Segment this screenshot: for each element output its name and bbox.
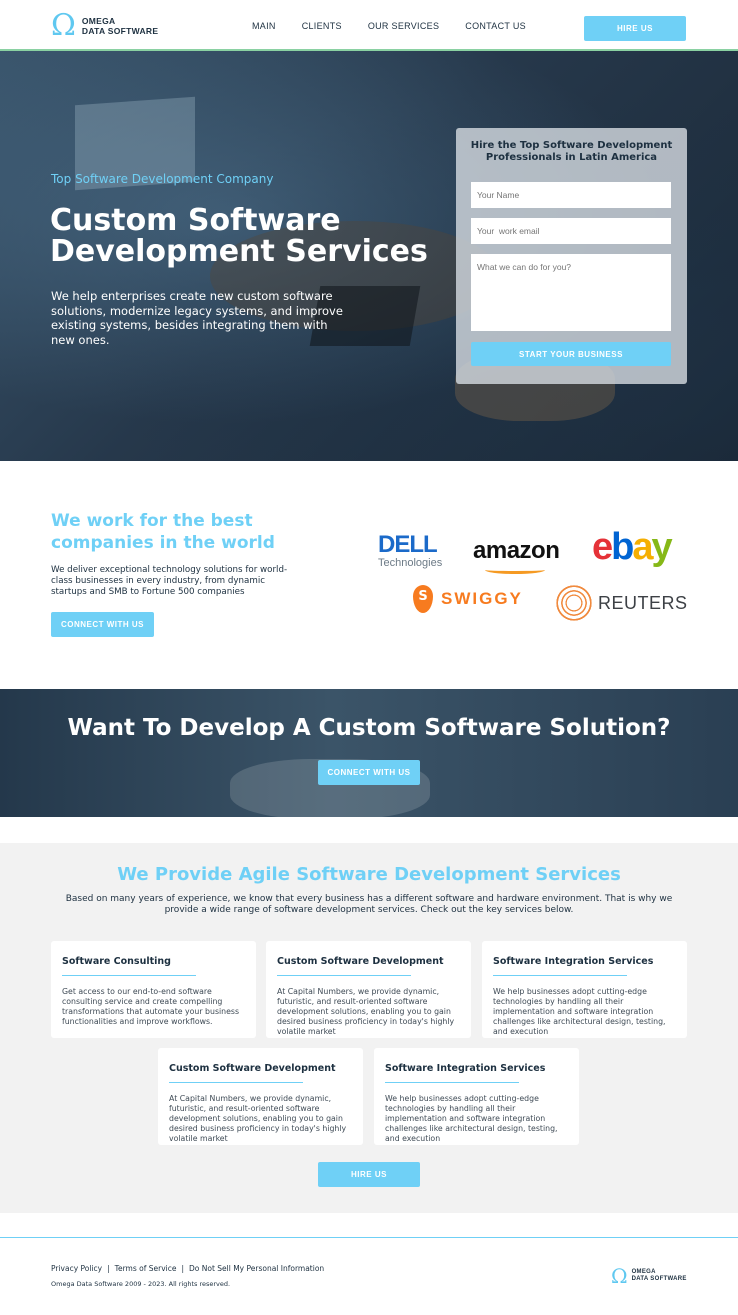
main-menu: MAIN CLIENTS OUR SERVICES CONTACT US [252,21,526,31]
service-card-divider [493,975,627,976]
services-section: We Provide Agile Software Development Se… [0,843,738,1213]
terms-of-service-link[interactable]: Terms of Service [115,1264,177,1273]
service-card-title: Custom Software Development [277,956,444,967]
footer-links: Privacy Policy | Terms of Service | Do N… [51,1264,324,1273]
service-card-divider [62,975,196,976]
service-card[interactable]: Software Integration Services We help bu… [374,1048,579,1145]
nav-item-contact-us[interactable]: CONTACT US [465,21,526,31]
footer-brand-logo[interactable]: Ω OMEGA DATA SOFTWARE [611,1264,687,1288]
service-card-title: Software Consulting [62,956,171,967]
dell-logo: DELL Technologies [378,531,443,570]
hire-us-button[interactable]: HIRE US [584,16,686,41]
swiggy-pin-icon: S [413,585,433,613]
swiggy-logo: S SWIGGY [413,585,523,613]
name-input[interactable] [471,182,671,208]
hire-form-card: Hire the Top Software Development Profes… [456,128,687,384]
cta-connect-button[interactable]: CONNECT WITH US [318,760,420,785]
footer: Privacy Policy | Terms of Service | Do N… [0,1237,738,1315]
copyright-text: Omega Data Software 2009 - 2023. All rig… [51,1280,231,1288]
service-card[interactable]: Software Consulting Get access to our en… [51,941,256,1038]
message-textarea[interactable] [471,254,671,331]
brand-logo[interactable]: Ω OMEGA DATA SOFTWARE [51,8,158,43]
hire-form-title: Hire the Top Software Development Profes… [470,140,673,163]
ebay-letter-e: e [592,526,613,568]
service-card-text: We help businesses adopt cutting-edge te… [493,987,666,1036]
start-your-business-button[interactable]: START YOUR BUSINESS [471,342,671,366]
ebay-letter-a: a [632,526,653,568]
hero-description: We help enterprises create new custom so… [51,289,343,347]
partners-title: We work for the best companies in the wo… [51,511,275,553]
service-card-text: At Capital Numbers, we provide dynamic, … [277,987,455,1036]
brand-name-line2: DATA SOFTWARE [81,26,159,36]
service-card-title: Custom Software Development [169,1063,336,1074]
footer-brand-name-line2: DATA SOFTWARE [631,1276,687,1282]
service-card-divider [385,1082,519,1083]
ebay-logo: ebay [592,526,673,568]
top-navbar: Ω OMEGA DATA SOFTWARE MAIN CLIENTS OUR S… [0,0,738,51]
service-card-title: Software Integration Services [493,956,654,967]
omega-logo-icon: Ω [51,8,76,43]
reuters-logo: REUTERS [556,585,688,621]
services-description: Based on many years of experience, we kn… [65,894,673,915]
nav-item-our-services[interactable]: OUR SERVICES [368,21,439,31]
service-card-text: Get access to our end-to-end software co… [62,987,240,1026]
footer-brand-name-line1: OMEGA [631,1269,656,1275]
nav-item-clients[interactable]: CLIENTS [302,21,342,31]
footer-brand-name: OMEGA DATA SOFTWARE [632,1269,687,1283]
footer-separator: | [107,1264,110,1273]
footer-separator: | [181,1264,184,1273]
cta-banner: Want To Develop A Custom Software Soluti… [0,689,738,817]
service-card-divider [277,975,411,976]
brand-name-line1: OMEGA [81,16,116,26]
ebay-letter-b: b [611,526,634,568]
reuters-logo-name: REUTERS [598,592,688,613]
service-card[interactable]: Custom Software Development At Capital N… [266,941,471,1038]
brand-name: OMEGA DATA SOFTWARE [82,16,158,36]
amazon-smile-icon [485,566,545,574]
amazon-logo: amazon [473,537,560,564]
nav-item-main[interactable]: MAIN [252,21,276,31]
hero-title: Custom Software Development Services [50,203,428,269]
dell-logo-sub: Technologies [378,557,443,569]
reuters-dots-icon [556,585,592,621]
email-input[interactable] [471,218,671,244]
service-card-title: Software Integration Services [385,1063,546,1074]
service-card-text: We help businesses adopt cutting-edge te… [385,1094,558,1143]
services-hire-us-button[interactable]: HIRE US [318,1162,420,1187]
connect-with-us-button[interactable]: CONNECT WITH US [51,612,154,637]
partners-section: We work for the best companies in the wo… [0,461,738,689]
cta-title: Want To Develop A Custom Software Soluti… [67,715,671,741]
services-title: We Provide Agile Software Development Se… [117,864,621,885]
service-card[interactable]: Custom Software Development At Capital N… [158,1048,363,1145]
omega-logo-icon: Ω [611,1264,628,1288]
service-card-divider [169,1082,303,1083]
hero-eyebrow: Top Software Development Company [51,172,274,186]
swiggy-logo-name: SWIGGY [441,589,523,608]
service-card[interactable]: Software Integration Services We help bu… [482,941,687,1038]
do-not-sell-link[interactable]: Do Not Sell My Personal Information [189,1264,324,1273]
service-card-text: At Capital Numbers, we provide dynamic, … [169,1094,347,1143]
partners-description: We deliver exceptional technology soluti… [51,565,288,597]
hero-section: Top Software Development Company Custom … [0,51,738,461]
privacy-policy-link[interactable]: Privacy Policy [51,1264,102,1273]
dell-logo-name: DELL [378,531,438,558]
ebay-letter-y: y [651,526,673,568]
